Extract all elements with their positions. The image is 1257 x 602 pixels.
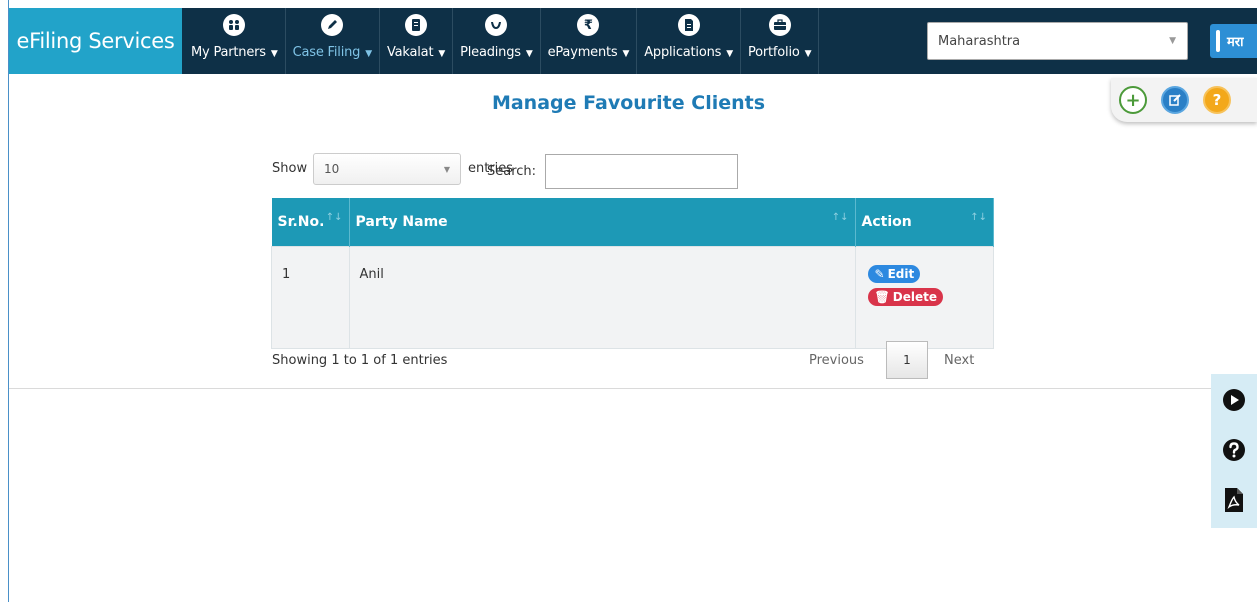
edit-icon: ✎ [874,267,885,281]
favourite-clients-table: Sr.No. ↑↓ Party Name ↑↓ Action ↑↓ 1 Anil ✎ E… [271,198,994,349]
cell-sr-no: 1 [271,246,350,349]
window-left-border [8,0,9,602]
party-name-value: Anil [359,267,384,282]
state-select-value: Maharashtra [938,33,1021,49]
trash-icon: 🗑 [874,290,890,304]
pdf-icon [1225,488,1243,512]
briefcase-icon [768,14,791,36]
nav-vakalat[interactable]: Vakalat ▼ [380,8,454,74]
pagination-previous[interactable]: Previous [809,353,864,368]
nav-pleadings-label: Pleadings [460,45,521,60]
nav-epayments[interactable]: ₹ ePayments ▼ [541,8,638,74]
main-nav: My Partners ▼ Case Filing ▼ Vakalat ▼ Plead… [184,8,820,74]
col-party-name[interactable]: Party Name ↑↓ [349,198,856,247]
rupee-icon: ₹ [577,14,600,36]
chevron-down-icon: ▼ [726,49,733,59]
sort-icon: ↑↓ [970,212,987,223]
language-button[interactable]: मरा [1210,24,1257,58]
brand-logo[interactable]: eFiling Services [9,8,182,74]
file-icon [677,14,700,36]
hands-icon [485,14,508,36]
col-party-name-label: Party Name [355,214,448,230]
cell-action: ✎ Edit 🗑 Delete [854,246,994,349]
col-action[interactable]: Action ↑↓ [855,198,994,247]
nav-portfolio[interactable]: Portfolio ▼ [741,8,820,74]
play-video-button[interactable] [1211,378,1257,422]
chevron-down-icon: ▼ [525,49,533,59]
language-button-label: मरा [1227,35,1244,50]
chevron-down-icon: ▼ [365,49,372,59]
nav-pleadings[interactable]: Pleadings ▼ [453,8,541,74]
chevron-down-icon: ▼ [622,49,630,59]
nav-applications-label: Applications [644,45,722,60]
pencil-icon [321,14,344,36]
partners-icon [223,14,246,36]
content-divider [9,388,1257,389]
col-action-label: Action [861,214,912,230]
side-help-button[interactable] [1211,428,1257,472]
state-select[interactable]: Maharashtra ▼ [927,22,1188,60]
pagination-page-label: 1 [903,353,911,367]
nav-vakalat-label: Vakalat [386,45,434,60]
col-sr-no[interactable]: Sr.No. ↑↓ [271,198,350,247]
chevron-down-icon: ▼ [270,49,278,59]
chevron-down-icon: ▼ [443,165,450,174]
chevron-down-icon: ▼ [1169,36,1176,46]
sr-no-value: 1 [282,267,291,282]
pagination-next[interactable]: Next [944,353,974,368]
search-input[interactable] [545,154,738,189]
row-edit-label: Edit [887,267,915,281]
nav-portfolio-label: Portfolio [747,45,800,60]
pdf-button[interactable] [1211,478,1257,522]
pagination-page-1[interactable]: 1 [886,341,928,379]
entries-length-value: 10 [324,162,340,176]
chevron-down-icon: ▼ [438,49,446,59]
nav-my-partners[interactable]: My Partners ▼ [184,8,286,74]
nav-my-partners-label: My Partners [191,45,266,60]
nav-case-filing[interactable]: Case Filing ▼ [286,8,380,74]
table-info: Showing 1 to 1 of 1 entries [272,353,448,368]
table-header-row: Sr.No. ↑↓ Party Name ↑↓ Action ↑↓ [271,198,994,247]
search-label: Search: [487,164,537,179]
entries-length-select[interactable]: 10 ▼ [313,153,461,185]
nav-applications[interactable]: Applications ▼ [637,8,741,74]
document-icon [405,14,428,36]
question-icon [1223,439,1245,461]
row-delete-button[interactable]: 🗑 Delete [867,288,943,306]
show-label: Show [272,161,308,176]
table-row: 1 Anil ✎ Edit 🗑 Delete [271,246,994,349]
row-edit-button[interactable]: ✎ Edit [867,265,921,283]
col-sr-no-label: Sr.No. [277,214,325,230]
chevron-down-icon: ▼ [804,49,812,59]
cell-party-name: Anil [348,246,856,349]
sort-icon: ↑↓ [831,212,849,223]
row-delete-label: Delete [892,290,937,304]
play-icon [1223,389,1245,411]
sort-icon: ↑↓ [325,212,343,223]
nav-case-filing-label: Case Filing [292,45,361,60]
nav-epayments-label: ePayments [547,45,618,60]
side-toolbar [1211,374,1257,528]
toggle-bar-icon [1216,30,1220,52]
page-title: Manage Favourite Clients [491,92,766,114]
